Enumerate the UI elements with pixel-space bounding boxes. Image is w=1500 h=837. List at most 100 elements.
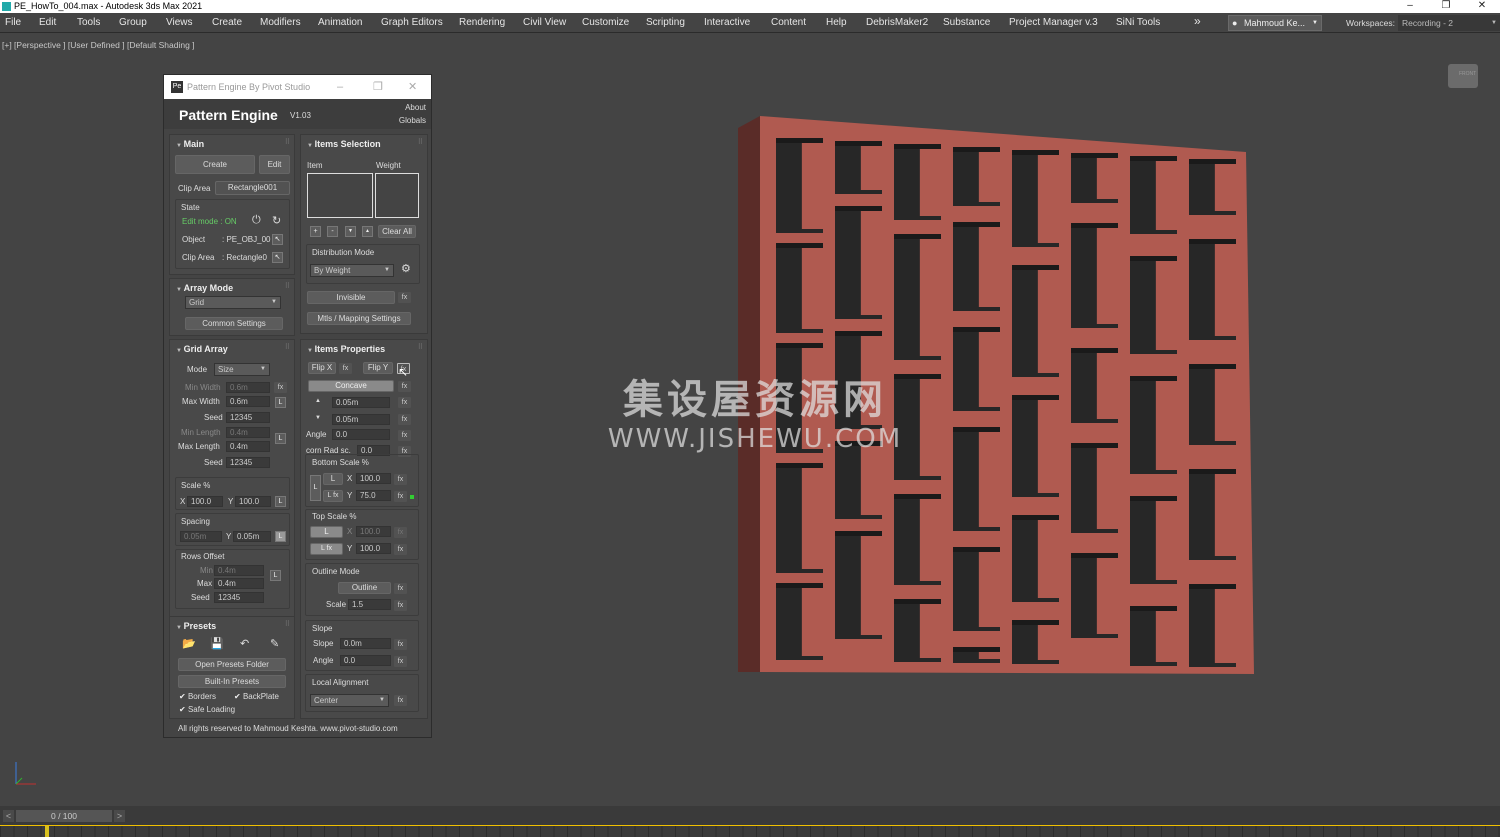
angle-spinner[interactable]: 0.0 bbox=[332, 429, 390, 440]
menu-file[interactable]: File bbox=[5, 17, 21, 28]
menu-graph-editors[interactable]: Graph Editors bbox=[381, 17, 443, 28]
menu-substance[interactable]: Substance bbox=[943, 17, 990, 28]
outline-button[interactable]: Outline bbox=[338, 582, 391, 594]
pick-clip-icon[interactable]: ↖ bbox=[272, 252, 283, 263]
clear-all-button[interactable]: Clear All bbox=[378, 225, 416, 238]
bottom-scale-x-fx-button[interactable]: fx bbox=[394, 474, 407, 485]
panel-close-button[interactable]: ✕ bbox=[408, 75, 417, 99]
max-width-spinner[interactable]: 0.6m bbox=[226, 396, 270, 407]
power-icon[interactable]: ⏻ bbox=[252, 214, 261, 227]
borders-checkbox[interactable]: Borders bbox=[179, 692, 216, 701]
workspace-dropdown[interactable]: Recording - 2 ▼ bbox=[1398, 15, 1500, 31]
rollout-grid-array-header[interactable]: Grid Array bbox=[176, 344, 228, 354]
safe-loading-checkbox[interactable]: Safe Loading bbox=[179, 705, 235, 714]
open-folder-icon[interactable]: 📂 bbox=[182, 637, 196, 650]
flip-x-fx-button[interactable]: fx bbox=[339, 363, 352, 374]
top-offset-spinner[interactable]: 0.05m bbox=[332, 397, 390, 408]
slope-spinner[interactable]: 0.0m bbox=[340, 638, 391, 649]
outline-scale-spinner[interactable]: 1.5 bbox=[348, 599, 391, 610]
menu-scripting[interactable]: Scripting bbox=[646, 17, 685, 28]
mtls-mapping-settings-button[interactable]: Mtls / Mapping Settings bbox=[307, 312, 411, 325]
built-in-presets-button[interactable]: Built-In Presets bbox=[178, 675, 286, 688]
bottom-scale-y-fx-button[interactable]: fx bbox=[394, 491, 407, 502]
menu-project-manager[interactable]: Project Manager v.3 bbox=[1009, 17, 1098, 28]
rows-offset-seed-spinner[interactable]: 12345 bbox=[214, 592, 264, 603]
add-item-button[interactable]: + bbox=[310, 226, 321, 237]
menu-create[interactable]: Create bbox=[212, 17, 242, 28]
flip-x-button[interactable]: Flip X bbox=[308, 362, 336, 374]
viewcube[interactable]: FRONT bbox=[1448, 64, 1478, 88]
spacing-lock-button[interactable]: L bbox=[275, 531, 286, 542]
menu-interactive[interactable]: Interactive bbox=[704, 17, 750, 28]
bottom-scale-y-lock-fx-button[interactable]: L fx bbox=[323, 490, 343, 502]
rollout-presets-header[interactable]: Presets bbox=[176, 621, 217, 631]
clip-area-pick-button[interactable]: Rectangle001 bbox=[215, 181, 290, 195]
menu-group[interactable]: Group bbox=[119, 17, 147, 28]
top-scale-y-spinner[interactable]: 100.0 bbox=[356, 543, 391, 554]
invisible-fx-button[interactable]: fx bbox=[398, 292, 411, 303]
menu-content[interactable]: Content bbox=[771, 17, 806, 28]
outline-scale-fx-button[interactable]: fx bbox=[394, 600, 407, 611]
menu-animation[interactable]: Animation bbox=[318, 17, 362, 28]
menu-sini-tools[interactable]: SiNi Tools bbox=[1116, 17, 1160, 28]
menu-debrismaker2[interactable]: DebrisMaker2 bbox=[866, 17, 928, 28]
viewport-label[interactable]: [+] [Perspective ] [User Defined ] [Defa… bbox=[2, 40, 195, 50]
create-button[interactable]: Create bbox=[175, 155, 255, 174]
length-lock-button[interactable]: L bbox=[275, 433, 286, 444]
save-icon[interactable]: 💾 bbox=[210, 637, 224, 650]
slope-angle-spinner[interactable]: 0.0 bbox=[340, 655, 391, 666]
rows-offset-max-spinner[interactable]: 0.4m bbox=[214, 578, 264, 589]
minimize-button[interactable]: – bbox=[1392, 0, 1428, 13]
menu-customize[interactable]: Customize bbox=[582, 17, 629, 28]
timeline-prev-button[interactable]: < bbox=[3, 810, 14, 822]
outline-fx-button[interactable]: fx bbox=[394, 583, 407, 594]
menu-help[interactable]: Help bbox=[826, 17, 847, 28]
max-length-spinner[interactable]: 0.4m bbox=[226, 441, 270, 452]
close-button[interactable]: ✕ bbox=[1464, 0, 1500, 13]
panel-maximize-button[interactable]: ❐ bbox=[373, 75, 383, 99]
distribution-mode-dropdown[interactable]: By Weight ▼ bbox=[310, 264, 394, 277]
backplate-checkbox[interactable]: BackPlate bbox=[234, 692, 279, 701]
pick-object-icon[interactable]: ↖ bbox=[272, 234, 283, 245]
top-scale-x-fx-button[interactable]: fx bbox=[394, 527, 407, 538]
length-seed-spinner[interactable]: 12345 bbox=[226, 457, 270, 468]
refresh-icon[interactable]: ↻ bbox=[272, 214, 281, 227]
local-alignment-fx-button[interactable]: fx bbox=[394, 695, 407, 706]
invisible-button[interactable]: Invisible bbox=[307, 291, 395, 304]
spacing-x-spinner[interactable]: 0.05m bbox=[180, 531, 222, 542]
move-up-button[interactable]: ▲ bbox=[362, 226, 373, 237]
min-length-spinner[interactable]: 0.4m bbox=[226, 427, 270, 438]
top-scale-y-fx-button[interactable]: fx bbox=[394, 544, 407, 555]
width-lock-button[interactable]: L bbox=[275, 397, 286, 408]
bottom-offset-spinner[interactable]: 0.05m bbox=[332, 414, 390, 425]
concave-fx-button[interactable]: fx bbox=[398, 381, 411, 392]
rollout-items-properties-header[interactable]: Items Properties bbox=[307, 344, 386, 354]
slope-angle-fx-button[interactable]: fx bbox=[394, 656, 407, 667]
gear-icon[interactable]: ⚙ bbox=[401, 262, 411, 275]
menu-edit[interactable]: Edit bbox=[39, 17, 56, 28]
array-mode-dropdown[interactable]: Grid ▼ bbox=[185, 296, 281, 309]
undo-icon[interactable]: ↶ bbox=[240, 637, 249, 650]
rows-offset-min-spinner[interactable]: 0.4m bbox=[214, 565, 264, 576]
min-width-spinner[interactable]: 0.6m bbox=[226, 382, 270, 393]
local-alignment-dropdown[interactable]: Center ▼ bbox=[310, 694, 389, 707]
rows-offset-lock-button[interactable]: L bbox=[270, 570, 281, 581]
move-down-button[interactable]: ▼ bbox=[345, 226, 356, 237]
remove-item-button[interactable]: - bbox=[327, 226, 338, 237]
eyedropper-icon[interactable]: ✎ bbox=[270, 637, 279, 650]
maximize-button[interactable]: ❐ bbox=[1428, 0, 1464, 13]
scale-x-spinner[interactable]: 100.0 bbox=[187, 496, 223, 507]
menu-overflow-icon[interactable]: » bbox=[1194, 14, 1201, 28]
spacing-y-spinner[interactable]: 0.05m bbox=[233, 531, 271, 542]
timeline-track[interactable] bbox=[0, 826, 1500, 837]
top-scale-y-lock-fx-button[interactable]: L fx bbox=[310, 543, 343, 555]
rollout-items-selection-header[interactable]: Items Selection bbox=[307, 139, 381, 149]
slope-fx-button[interactable]: fx bbox=[394, 639, 407, 650]
rollout-main-header[interactable]: Main bbox=[176, 139, 205, 149]
bottom-scale-lock-button[interactable]: L bbox=[310, 475, 321, 501]
menu-modifiers[interactable]: Modifiers bbox=[260, 17, 301, 28]
top-offset-fx-button[interactable]: fx bbox=[398, 397, 411, 408]
edit-button[interactable]: Edit bbox=[259, 155, 290, 174]
bottom-scale-x-lock-button[interactable]: L bbox=[323, 473, 343, 485]
scale-lock-button[interactable]: L bbox=[275, 496, 286, 507]
